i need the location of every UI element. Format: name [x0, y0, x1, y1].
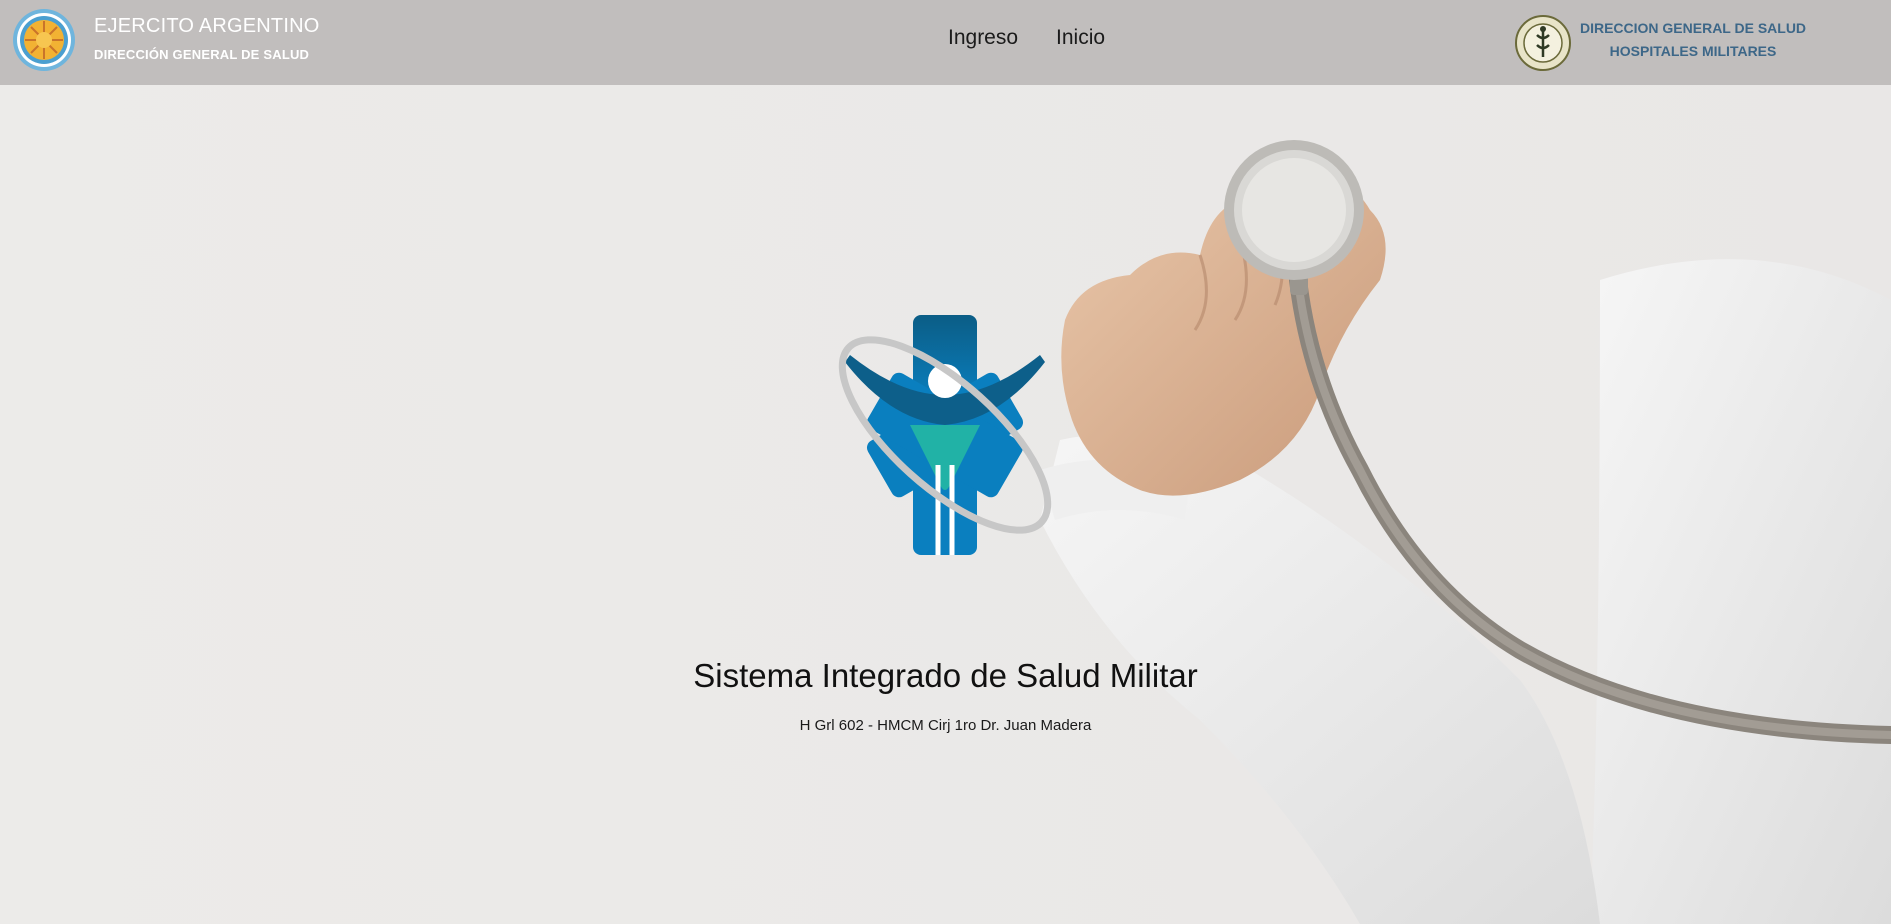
hero-section: Sistema Integrado de Salud Militar H Grl…: [0, 85, 1891, 924]
nav-link-ingreso[interactable]: Ingreso: [948, 26, 1018, 50]
brand-subtitle: DIRECCIÓN GENERAL DE SALUD: [94, 47, 310, 62]
brand-title: EJERCITO ARGENTINO: [94, 15, 320, 37]
army-emblem-icon[interactable]: [12, 8, 76, 72]
top-navbar: EJERCITO ARGENTINO DIRECCIÓN GENERAL DE …: [0, 0, 1891, 85]
hero-subtitle: H Grl 602 - HMCM Cirj 1ro Dr. Juan Mader…: [799, 717, 1092, 734]
nav-link-inicio[interactable]: Inicio: [1056, 26, 1105, 50]
medical-star-person-icon: [838, 315, 1052, 555]
right-title: DIRECCION GENERAL DE SALUD HOSPITALES MI…: [1560, 17, 1826, 63]
nav-links: Ingreso Inicio: [948, 26, 1143, 50]
right-title-line2: HOSPITALES MILITARES: [1609, 43, 1777, 59]
right-title-line1: DIRECCION GENERAL DE SALUD: [1579, 20, 1807, 36]
hero-title: Sistema Integrado de Salud Militar: [693, 657, 1198, 694]
